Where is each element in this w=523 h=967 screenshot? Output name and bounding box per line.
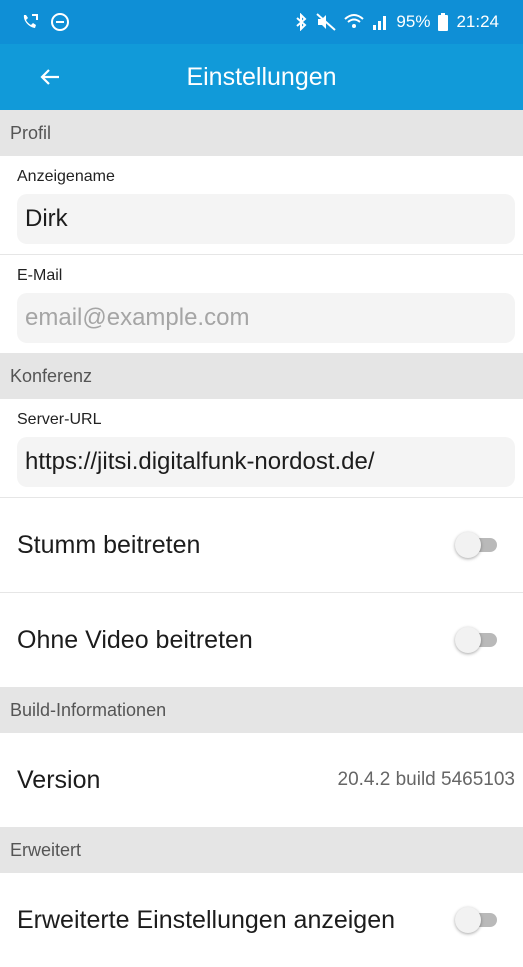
start-without-video-row: Ohne Video beitreten <box>0 593 523 687</box>
switch-thumb <box>455 907 481 933</box>
email-field: E-Mail email@example.com <box>0 255 523 353</box>
start-muted-switch[interactable] <box>455 532 499 558</box>
page-title: Einstellungen <box>186 62 337 91</box>
status-bar-left <box>20 12 70 32</box>
show-advanced-row: Erweiterte Einstellungen anzeigen <box>0 873 523 967</box>
email-label: E-Mail <box>17 267 63 284</box>
section-header-advanced: Erweitert <box>0 827 523 873</box>
mute-icon <box>316 13 337 31</box>
battery-icon <box>438 13 449 31</box>
app-bar: Einstellungen <box>0 44 523 110</box>
display-name-input[interactable]: Dirk <box>17 194 515 244</box>
show-advanced-switch[interactable] <box>455 907 499 933</box>
server-url-field: Server-URL https://jitsi.digitalfunk-nor… <box>0 399 523 498</box>
signal-icon <box>372 13 388 31</box>
switch-thumb <box>455 627 481 653</box>
version-value: 20.4.2 build 5465103 <box>337 769 516 790</box>
start-without-video-label: Ohne Video beitreten <box>17 625 253 654</box>
battery-percent: 95% <box>396 12 431 31</box>
minus-circle-icon <box>50 12 70 32</box>
display-name-label: Anzeigename <box>17 168 115 185</box>
status-bar: 95% 21:24 <box>0 0 523 44</box>
section-header-profile: Profil <box>0 110 523 156</box>
status-bar-right: 95% 21:24 <box>294 12 499 32</box>
start-muted-label: Stumm beitreten <box>17 530 201 559</box>
section-header-build: Build-Informationen <box>0 687 523 733</box>
version-row: Version 20.4.2 build 5465103 <box>0 733 523 827</box>
show-advanced-label: Erweiterte Einstellungen anzeigen <box>17 905 396 934</box>
display-name-field: Anzeigename Dirk <box>0 156 523 255</box>
wifi-icon <box>344 13 365 31</box>
call-forward-icon <box>20 12 40 32</box>
version-label: Version <box>17 765 101 794</box>
bluetooth-icon <box>294 13 308 31</box>
section-header-conference: Konferenz <box>0 353 523 399</box>
arrow-left-icon <box>40 68 60 86</box>
back-button[interactable] <box>30 44 70 110</box>
start-without-video-switch[interactable] <box>455 627 499 653</box>
clock: 21:24 <box>456 12 499 31</box>
server-url-label: Server-URL <box>17 411 102 428</box>
email-input[interactable]: email@example.com <box>17 293 515 343</box>
switch-thumb <box>455 532 481 558</box>
start-muted-row: Stumm beitreten <box>0 498 523 593</box>
server-url-input[interactable]: https://jitsi.digitalfunk-nordost.de/ <box>17 437 515 487</box>
